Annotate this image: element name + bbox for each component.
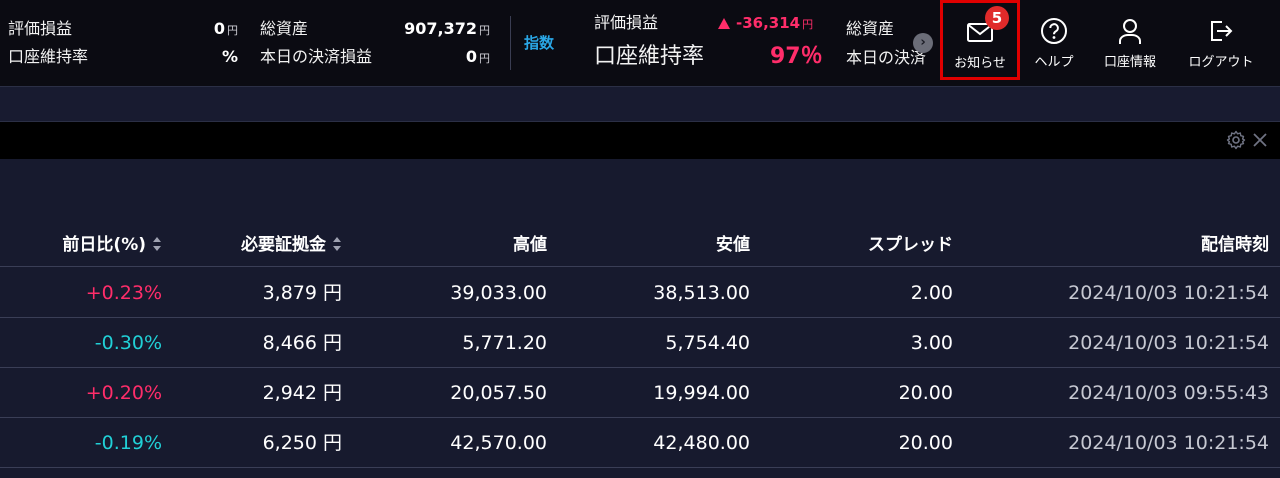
- panel-title-bar: [0, 122, 1280, 159]
- table-row[interactable]: -0.30% 8,466 円 5,771.20 5,754.40 3.00 2024/10/…: [0, 318, 1280, 368]
- notice-count-badge: 5: [985, 6, 1009, 30]
- total-assets-label: 総資産: [260, 19, 309, 38]
- user-icon: [1119, 19, 1141, 44]
- change-cell: -0.19%: [94, 432, 162, 454]
- yen-unit: 円: [479, 52, 490, 65]
- notice-button[interactable]: 5 お知らせ: [940, 0, 1020, 80]
- margin-amount: 2,942: [262, 382, 317, 404]
- index-ticker: 評価損益 -36,314 円 口座維持率 97％ 総資産 本日の決済: [592, 0, 936, 87]
- ticker-unrealized-pl-value: -36,314 円: [718, 13, 813, 35]
- account-info-button[interactable]: 口座情報: [1094, 0, 1166, 80]
- unrealized-pl-amount: 0: [213, 19, 225, 38]
- margin-amount: 6,250: [262, 432, 317, 454]
- spread-cell: 3.00: [910, 332, 953, 354]
- realized-today-value: 0円: [420, 47, 490, 69]
- low-cell: 19,994.00: [653, 382, 750, 404]
- ticker-margin-rate-value: 97％: [770, 44, 823, 69]
- column-header-low: 安値: [716, 235, 750, 255]
- time-cell: 2024/10/03 10:21:54: [1068, 282, 1269, 304]
- change-cell: -0.30%: [94, 332, 162, 354]
- logout-label: ログアウト: [1188, 55, 1254, 70]
- column-header-spread: スプレッド: [868, 235, 953, 255]
- margin-cell: 8,466 円: [170, 318, 342, 368]
- column-header-high: 高値: [513, 235, 547, 255]
- low-cell: 38,513.00: [653, 282, 750, 304]
- spread-cell: 20.00: [898, 432, 953, 454]
- realized-today-label: 本日の決済損益: [260, 47, 373, 66]
- unrealized-pl-value: 0円: [140, 19, 238, 41]
- logout-button[interactable]: ログアウト: [1176, 0, 1266, 80]
- yen-unit: 円: [479, 24, 490, 37]
- account-summary: 評価損益 0円 口座維持率 % 総資産 907,372 円 本日の決済損益 0円: [0, 0, 510, 87]
- margin-amount: 8,466: [262, 332, 317, 354]
- low-cell: 42,480.00: [653, 432, 750, 454]
- margin-unit: 円: [322, 382, 342, 404]
- panel-tools: [1226, 130, 1270, 150]
- ticker-unrealized-pl-label: 評価損益: [594, 13, 659, 32]
- column-header-margin[interactable]: 必要証拠金: [170, 227, 342, 267]
- total-assets-value: 907,372 円: [380, 19, 490, 41]
- realized-today-amount: 0: [465, 47, 477, 66]
- help-button[interactable]: ヘルプ: [1022, 0, 1086, 80]
- margin-cell: 3,879 円: [170, 268, 342, 318]
- margin-unit: 円: [322, 332, 342, 354]
- table-row[interactable]: +0.23% 3,879 円 39,033.00 38,513.00 2.00 2024/1…: [0, 268, 1280, 318]
- total-assets-amount: 907,372: [404, 19, 477, 38]
- column-header-change[interactable]: 前日比(%): [0, 227, 162, 267]
- help-label: ヘルプ: [1034, 55, 1074, 70]
- low-cell: 5,754.40: [665, 332, 750, 354]
- margin-cell: 2,942 円: [170, 368, 342, 418]
- logout-icon: [1211, 21, 1233, 41]
- high-cell: 5,771.20: [462, 332, 547, 354]
- spread-cell: 2.00: [910, 282, 953, 304]
- table-row[interactable]: +0.20% 2,942 円 20,057.50 19,994.00 20.00 2024/…: [0, 368, 1280, 418]
- margin-cell: 6,250 円: [170, 418, 342, 468]
- margin-unit: 円: [322, 282, 342, 304]
- notice-label: お知らせ: [954, 56, 1006, 71]
- high-cell: 42,570.00: [450, 432, 547, 454]
- margin-rate-value: %: [221, 47, 238, 66]
- change-cell: +0.23%: [85, 282, 162, 304]
- close-icon[interactable]: [1250, 130, 1270, 150]
- time-cell: 2024/10/03 10:21:54: [1068, 332, 1269, 354]
- account-header: 評価損益 0円 口座維持率 % 総資産 907,372 円 本日の決済損益 0円 …: [0, 0, 1280, 87]
- ticker-scroll-right-button[interactable]: ›: [913, 33, 933, 53]
- table-row[interactable]: -0.19% 6,250 円 42,570.00 42,480.00 20.00 2024/…: [0, 418, 1280, 468]
- spread-cell: 20.00: [898, 382, 953, 404]
- high-cell: 20,057.50: [450, 382, 547, 404]
- price-table: 前日比(%) 必要証拠金 高値 安値 スプレッド 配信時刻 +0.23% 3,87…: [0, 159, 1280, 478]
- header-divider: [510, 16, 511, 70]
- column-header-label: 必要証拠金: [241, 235, 326, 255]
- yen-unit: 円: [802, 18, 814, 31]
- column-header-time: 配信時刻: [1201, 235, 1269, 255]
- unrealized-pl-label: 評価損益: [8, 19, 73, 38]
- ticker-total-assets-label: 総資産: [846, 19, 895, 38]
- toolbar-strip: [0, 87, 1280, 122]
- change-cell: +0.20%: [85, 382, 162, 404]
- time-cell: 2024/10/03 09:55:43: [1068, 382, 1269, 404]
- high-cell: 39,033.00: [450, 282, 547, 304]
- margin-unit: 円: [322, 432, 342, 454]
- table-header: 前日比(%) 必要証拠金 高値 安値 スプレッド 配信時刻: [0, 227, 1280, 267]
- ticker-margin-rate-label: 口座維持率: [594, 44, 705, 69]
- help-icon: [1041, 18, 1067, 44]
- sort-icon: [153, 237, 161, 251]
- column-header-label: 前日比(%): [62, 235, 146, 255]
- index-tab[interactable]: 指数: [524, 33, 554, 53]
- gear-icon[interactable]: [1226, 130, 1246, 150]
- sort-icon: [333, 237, 341, 251]
- account-info-label: 口座情報: [1103, 55, 1156, 70]
- ticker-delta-amount: -36,314: [736, 14, 801, 32]
- yen-unit: 円: [227, 24, 238, 37]
- ticker-realized-today-label: 本日の決済: [846, 48, 927, 67]
- time-cell: 2024/10/03 10:21:54: [1068, 432, 1269, 454]
- triangle-up-icon: [718, 18, 730, 29]
- margin-rate-label: 口座維持率: [8, 47, 89, 66]
- margin-amount: 3,879: [262, 282, 317, 304]
